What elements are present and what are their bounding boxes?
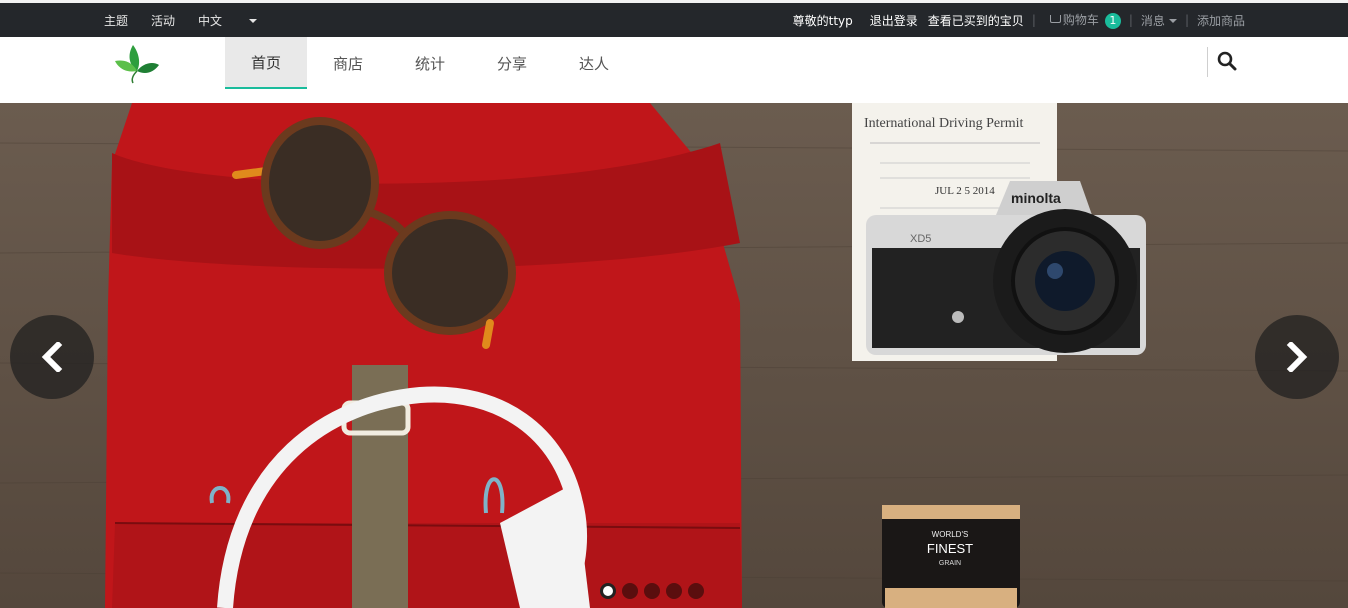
top-bar: 主题 活动 中文 尊敬的ttyp 退出登录 查看已买到的宝贝 | 购物车 1 | … <box>0 0 1348 37</box>
chevron-left-icon <box>41 342 63 372</box>
messages-dropdown[interactable]: 消息 <box>1141 12 1177 29</box>
top-bar-left: 主题 活动 中文 <box>104 3 280 37</box>
carousel-dot-3[interactable] <box>644 583 660 599</box>
tab-experts[interactable]: 达人 <box>553 37 635 89</box>
carousel-dot-2[interactable] <box>622 583 638 599</box>
tab-home[interactable]: 首页 <box>225 37 307 89</box>
tab-stats[interactable]: 统计 <box>389 37 471 89</box>
messages-label: 消息 <box>1140 13 1165 28</box>
logout-link[interactable]: 退出登录 <box>870 12 918 29</box>
cart-icon <box>1049 15 1061 24</box>
chevron-down-icon <box>1168 19 1177 23</box>
carousel-dot-4[interactable] <box>666 583 682 599</box>
cart-link[interactable]: 购物车 1 <box>1049 11 1121 29</box>
chevron-right-icon <box>1286 342 1308 372</box>
camera-brand: minolta <box>1011 190 1061 206</box>
chevron-down-icon <box>249 19 258 23</box>
film-line-1: WORLD'S <box>932 530 969 539</box>
topbar-link-activity[interactable]: 活动 <box>151 12 175 29</box>
hero-image: International Driving Permit JUL 2 5 201… <box>0 103 1348 608</box>
divider <box>1207 47 1208 77</box>
leaf-logo-icon[interactable] <box>113 41 161 85</box>
tab-share[interactable]: 分享 <box>471 37 553 89</box>
cart-count-badge: 1 <box>1104 12 1121 29</box>
carousel-dot-5[interactable] <box>688 583 704 599</box>
film-line-2: FINEST <box>927 541 973 556</box>
cart-label: 购物车 <box>1062 13 1099 28</box>
divider: | <box>1128 13 1133 27</box>
language-dropdown[interactable]: 中文 <box>198 12 258 29</box>
tab-store[interactable]: 商店 <box>307 37 389 89</box>
permit-title: International Driving Permit <box>864 116 1024 131</box>
main-menu: 首页 商店 统计 分享 达人 <box>225 37 635 89</box>
add-product-link[interactable]: 添加商品 <box>1197 12 1245 29</box>
carousel-next-button[interactable] <box>1255 315 1339 399</box>
purchased-items-link[interactable]: 查看已买到的宝贝 <box>928 12 1024 29</box>
hero-carousel[interactable]: International Driving Permit JUL 2 5 201… <box>0 103 1348 608</box>
divider: | <box>1184 13 1189 27</box>
search-icon[interactable] <box>1217 51 1237 71</box>
carousel-indicators <box>600 583 710 599</box>
main-nav: 首页 商店 统计 分享 达人 <box>0 37 1348 103</box>
permit-date: JUL 2 5 2014 <box>935 185 995 197</box>
carousel-dot-1[interactable] <box>600 583 616 599</box>
language-label: 中文 <box>198 13 223 28</box>
divider: | <box>1031 13 1036 27</box>
film-line-3: GRAIN <box>939 560 961 567</box>
camera-model: XD5 <box>910 233 931 245</box>
top-bar-right: 尊敬的ttyp 退出登录 查看已买到的宝贝 | 购物车 1 | 消息 | 添加商品 <box>783 3 1245 37</box>
user-greeting[interactable]: 尊敬的ttyp <box>793 12 853 29</box>
topbar-link-theme[interactable]: 主题 <box>104 12 128 29</box>
carousel-prev-button[interactable] <box>10 315 94 399</box>
